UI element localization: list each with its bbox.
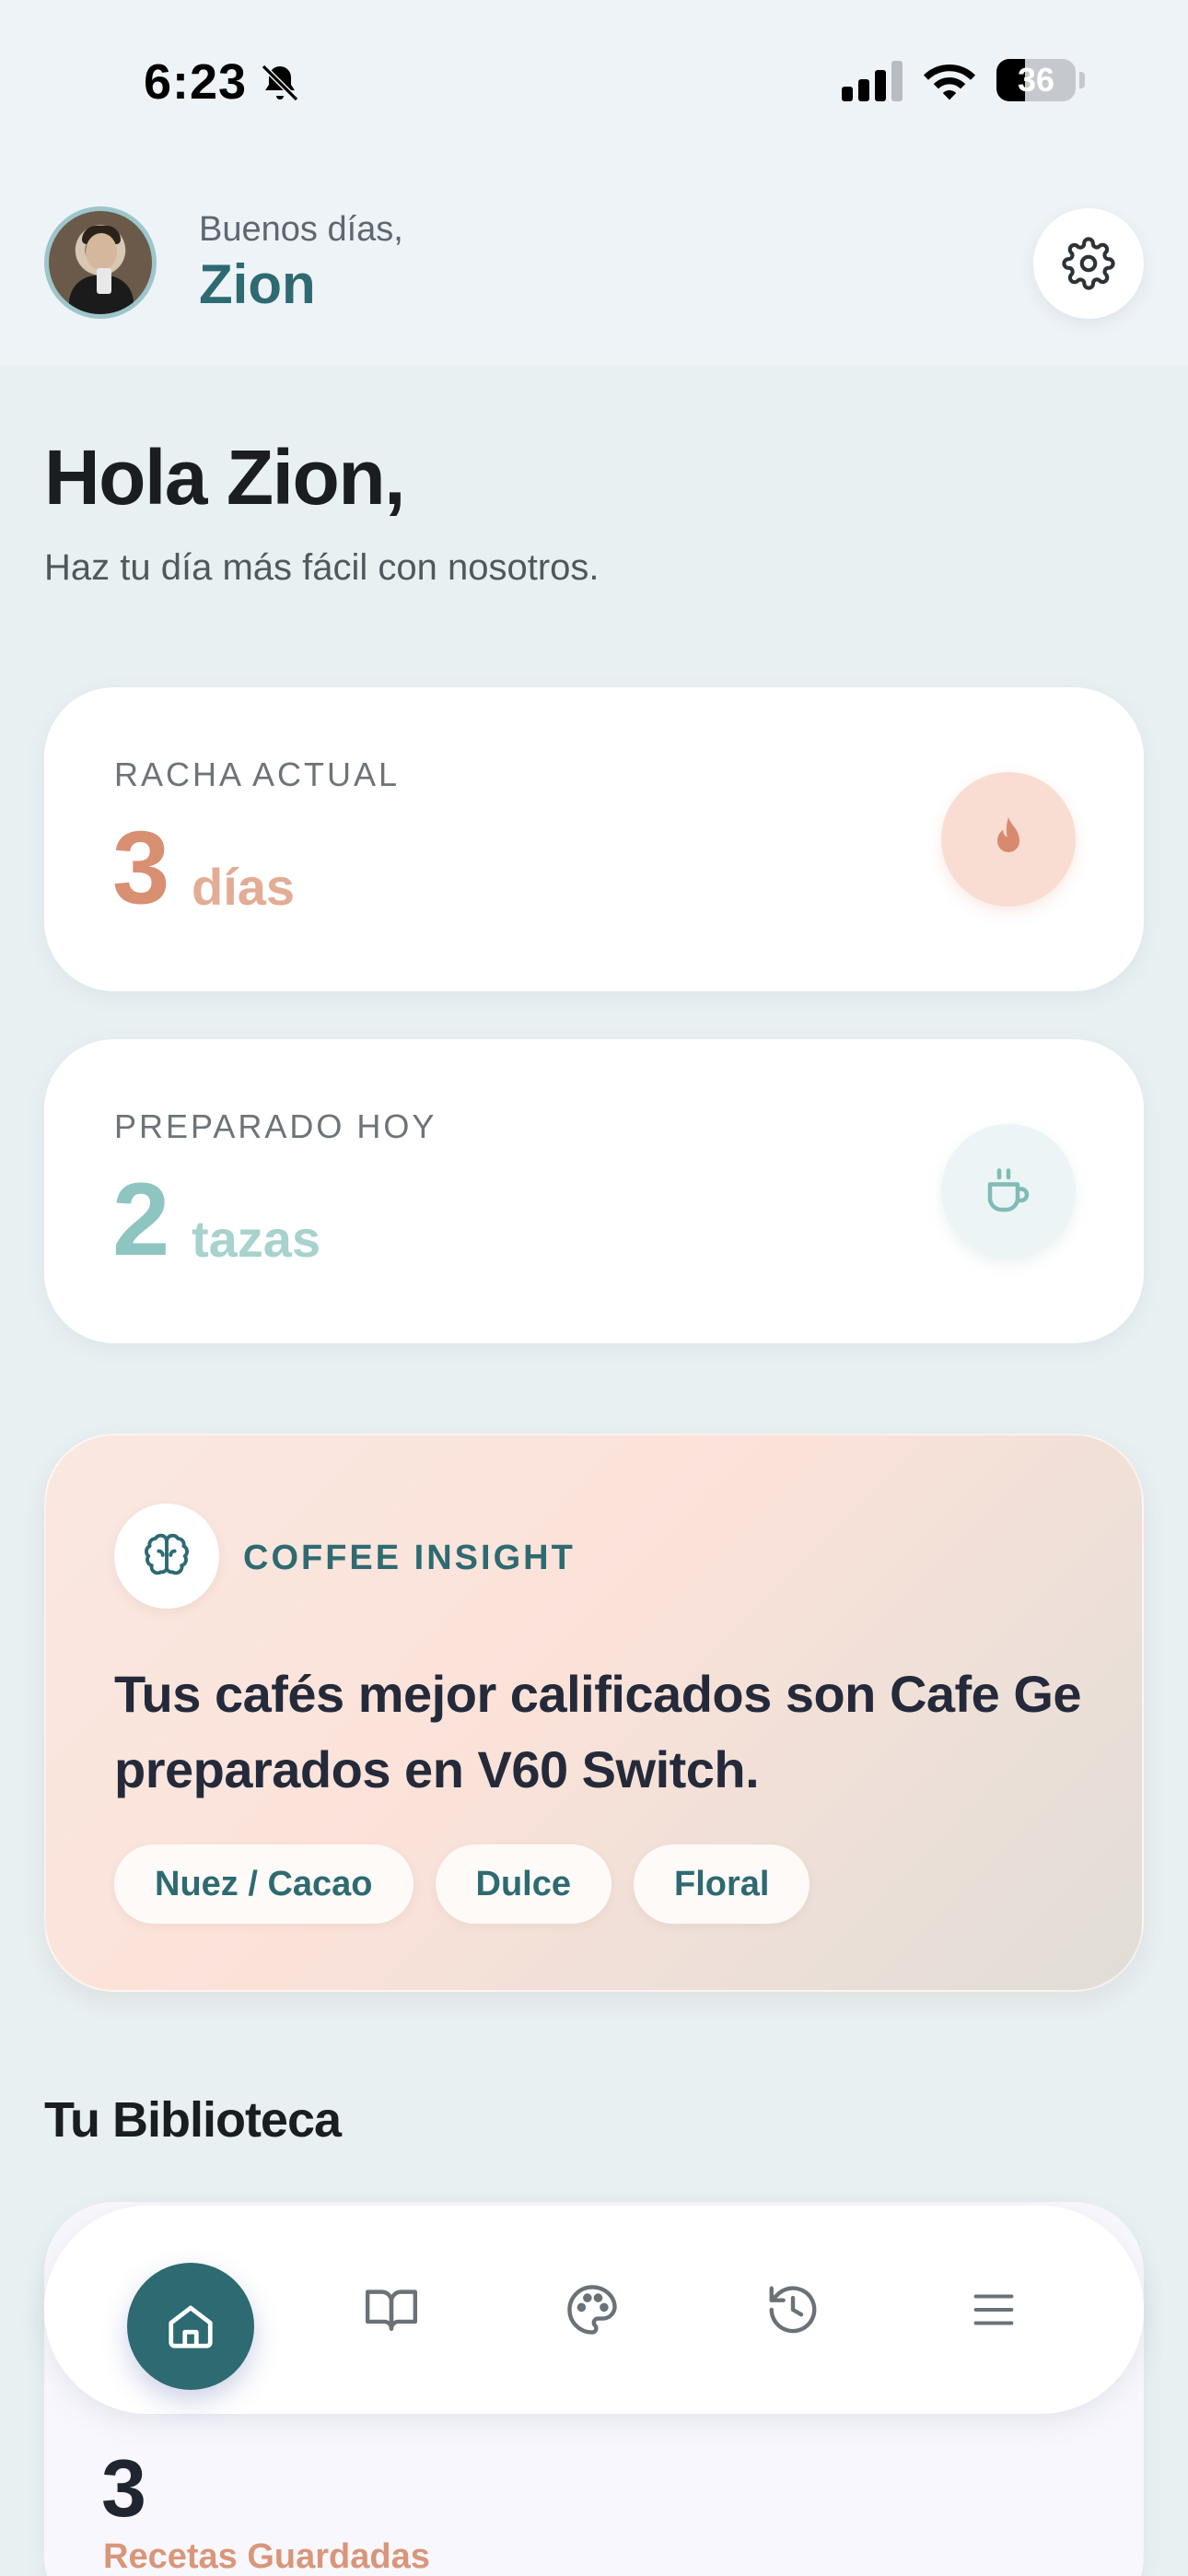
brewed-label: PREPARADO HOY bbox=[114, 1107, 437, 1145]
nav-palette[interactable] bbox=[540, 2257, 645, 2362]
battery-level: 36 bbox=[1017, 61, 1055, 99]
bell-slash-icon bbox=[261, 64, 299, 102]
page-title: Hola Zion, bbox=[44, 434, 405, 521]
chip-nuez-cacao[interactable]: Nuez / Cacao bbox=[114, 1844, 413, 1924]
brewed-unit: tazas bbox=[192, 1210, 321, 1268]
header-area: 6:23 36 Buenos días, Zion bbox=[0, 0, 1188, 365]
gear-icon bbox=[1062, 237, 1115, 290]
insight-icon-badge bbox=[114, 1504, 219, 1609]
insight-label: COFFEE INSIGHT bbox=[243, 1539, 576, 1577]
wifi-icon bbox=[924, 64, 975, 100]
streak-icon-badge bbox=[941, 772, 1076, 907]
brewed-today-card[interactable]: PREPARADO HOY 2 tazas bbox=[44, 1039, 1144, 1343]
battery-icon: 36 bbox=[996, 59, 1076, 101]
avatar[interactable] bbox=[44, 206, 157, 319]
bottom-nav bbox=[44, 2206, 1144, 2414]
nav-home[interactable] bbox=[127, 2263, 254, 2390]
status-time: 6:23 bbox=[144, 54, 248, 110]
history-icon bbox=[769, 2286, 817, 2334]
coffee-cup-icon bbox=[987, 1168, 1030, 1212]
home-icon bbox=[169, 2305, 213, 2348]
menu-icon bbox=[973, 2294, 1014, 2325]
brain-icon bbox=[145, 1533, 189, 1575]
library-section-title: Tu Biblioteca bbox=[44, 2092, 342, 2148]
streak-unit: días bbox=[192, 858, 296, 916]
nav-library[interactable] bbox=[339, 2257, 444, 2362]
insight-text: Tus cafés mejor calificados son Cafe Ge … bbox=[114, 1665, 1082, 1798]
signal-icon bbox=[842, 61, 903, 101]
palette-icon bbox=[567, 2285, 617, 2335]
chip-floral[interactable]: Floral bbox=[634, 1844, 810, 1924]
greeting-text: Buenos días, bbox=[199, 210, 403, 249]
book-icon bbox=[365, 2289, 418, 2331]
flame-icon bbox=[997, 817, 1019, 852]
page-subtitle: Haz tu día más fácil con nosotros. bbox=[44, 547, 600, 588]
brewed-value: 2 bbox=[112, 1162, 170, 1277]
settings-button[interactable] bbox=[1033, 208, 1144, 319]
streak-card[interactable]: RACHA ACTUAL 3 días bbox=[44, 687, 1144, 991]
flavor-chips: Nuez / Cacao Dulce Floral bbox=[114, 1844, 810, 1924]
battery-cap bbox=[1079, 72, 1085, 88]
brewed-icon-badge bbox=[941, 1124, 1076, 1259]
saved-recipes-label: Recetas Guardadas bbox=[103, 2537, 430, 2576]
user-name: Zion bbox=[199, 253, 316, 315]
home-screen: 6:23 36 Buenos días, Zion Hola Zion, Haz… bbox=[0, 0, 1188, 2576]
streak-value: 3 bbox=[112, 810, 170, 925]
coffee-insight-card[interactable]: COFFEE INSIGHT Tus cafés mejor calificad… bbox=[44, 1434, 1144, 1992]
status-bar: 6:23 36 bbox=[0, 0, 1188, 166]
nav-menu[interactable] bbox=[941, 2257, 1046, 2362]
chip-dulce[interactable]: Dulce bbox=[435, 1844, 612, 1924]
nav-history[interactable] bbox=[740, 2257, 845, 2362]
saved-recipes-count: 3 bbox=[101, 2442, 146, 2534]
streak-label: RACHA ACTUAL bbox=[114, 755, 401, 793]
